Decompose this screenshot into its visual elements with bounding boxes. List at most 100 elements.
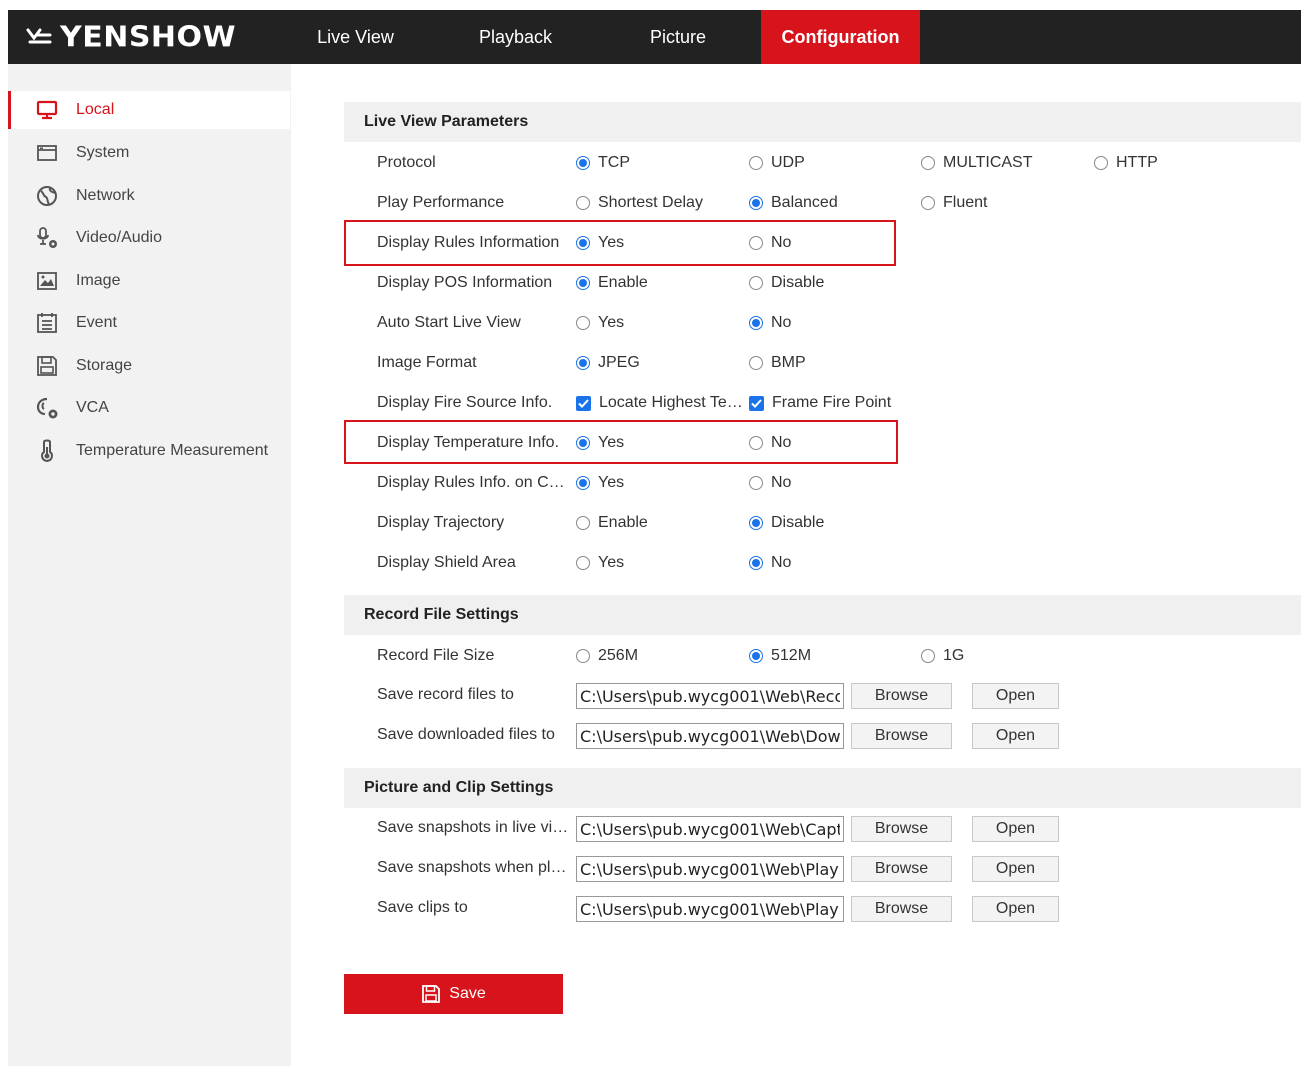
radio-button[interactable] xyxy=(576,196,590,210)
radio-button-selected[interactable] xyxy=(749,196,763,210)
radio-shield-area-no[interactable]: No xyxy=(749,554,791,572)
option-label: No xyxy=(771,314,792,331)
radio-button-selected[interactable] xyxy=(576,276,590,290)
sidebar-item-event[interactable]: Event xyxy=(8,304,290,342)
save-record-path-input[interactable] xyxy=(576,683,844,709)
sidebar-item-local[interactable]: Local xyxy=(8,91,290,129)
radio-button-selected[interactable] xyxy=(749,516,763,530)
nav-playback[interactable]: Playback xyxy=(453,10,578,64)
option-label: Frame Fire Point xyxy=(772,394,892,411)
radio-button[interactable] xyxy=(749,156,763,170)
sidebar-item-vca[interactable]: VCA xyxy=(8,389,290,427)
sidebar-item-video-audio[interactable]: Video/Audio xyxy=(8,219,290,257)
browse-button[interactable]: Browse xyxy=(851,896,952,922)
sidebar-item-temperature-measurement[interactable]: Temperature Measurement xyxy=(8,432,290,470)
radio-file-size-512m[interactable]: 512M xyxy=(749,647,811,665)
browse-button[interactable]: Browse xyxy=(851,816,952,842)
radio-button-selected[interactable] xyxy=(749,649,763,663)
label-save-record-files: Save record files to xyxy=(377,686,514,703)
radio-display-pos-disable[interactable]: Disable xyxy=(749,274,824,292)
radio-button-selected[interactable] xyxy=(576,476,590,490)
browse-button[interactable]: Browse xyxy=(851,683,952,709)
radio-auto-start-no[interactable]: No xyxy=(749,314,791,332)
radio-performance-shortest-delay[interactable]: Shortest Delay xyxy=(576,194,703,212)
nav-live-view[interactable]: Live View xyxy=(298,10,413,64)
open-button[interactable]: Open xyxy=(972,816,1059,842)
checkbox-frame-fire-point[interactable]: Frame Fire Point xyxy=(749,394,891,412)
sidebar-item-label: Storage xyxy=(76,357,133,374)
radio-button[interactable] xyxy=(576,556,590,570)
radio-trajectory-disable[interactable]: Disable xyxy=(749,514,824,532)
radio-button[interactable] xyxy=(749,356,763,370)
option-label: BMP xyxy=(771,354,806,371)
checkbox-checked[interactable] xyxy=(576,395,591,411)
radio-button[interactable] xyxy=(749,476,763,490)
option-label: 256M xyxy=(598,647,639,664)
sidebar-item-image[interactable]: Image xyxy=(8,262,290,300)
radio-button-selected[interactable] xyxy=(749,556,763,570)
browse-button[interactable]: Browse xyxy=(851,856,952,882)
checkbox-checked[interactable] xyxy=(749,395,764,411)
radio-display-temperature-no[interactable]: No xyxy=(749,434,791,452)
sidebar-item-storage[interactable]: Storage xyxy=(8,347,290,385)
option-label: HTTP xyxy=(1116,154,1158,171)
radio-button[interactable] xyxy=(749,436,763,450)
checkbox-locate-highest-temperature[interactable]: Locate Highest Te… xyxy=(576,394,743,412)
radio-button-selected[interactable] xyxy=(576,436,590,450)
sidebar-item-system[interactable]: System xyxy=(8,134,290,172)
radio-performance-fluent[interactable]: Fluent xyxy=(921,194,987,212)
label-display-trajectory: Display Trajectory xyxy=(377,514,505,531)
radio-display-pos-enable[interactable]: Enable xyxy=(576,274,648,292)
radio-button[interactable] xyxy=(749,236,763,250)
browse-button[interactable]: Browse xyxy=(851,723,952,749)
radio-auto-start-yes[interactable]: Yes xyxy=(576,314,624,332)
radio-button[interactable] xyxy=(921,156,935,170)
floppy-disk-icon xyxy=(34,353,60,379)
radio-button[interactable] xyxy=(1094,156,1108,170)
radio-protocol-http[interactable]: HTTP xyxy=(1094,154,1158,172)
sidebar-item-network[interactable]: Network xyxy=(8,177,290,215)
save-button[interactable]: Save xyxy=(344,974,563,1014)
open-button[interactable]: Open xyxy=(972,856,1059,882)
open-button[interactable]: Open xyxy=(972,723,1059,749)
nav-configuration[interactable]: Configuration xyxy=(761,10,920,64)
monitor-icon xyxy=(34,97,60,123)
section-live-view-parameters: Live View Parameters xyxy=(344,102,1301,142)
radio-display-rules-yes[interactable]: Yes xyxy=(576,234,624,252)
clips-path-input[interactable] xyxy=(576,896,844,922)
radio-button[interactable] xyxy=(576,516,590,530)
radio-display-rules-no[interactable]: No xyxy=(749,234,791,252)
radio-protocol-multicast[interactable]: MULTICAST xyxy=(921,154,1032,172)
radio-button[interactable] xyxy=(576,649,590,663)
radio-button[interactable] xyxy=(576,316,590,330)
radio-button-selected[interactable] xyxy=(576,236,590,250)
radio-button-selected[interactable] xyxy=(576,356,590,370)
radio-file-size-256m[interactable]: 256M xyxy=(576,647,638,665)
radio-protocol-udp[interactable]: UDP xyxy=(749,154,805,172)
radio-image-format-bmp[interactable]: BMP xyxy=(749,354,806,372)
snapshot-live-path-input[interactable] xyxy=(576,816,844,842)
label-record-file-size: Record File Size xyxy=(377,647,495,664)
open-button[interactable]: Open xyxy=(972,896,1059,922)
radio-file-size-1g[interactable]: 1G xyxy=(921,647,964,665)
radio-button-selected[interactable] xyxy=(576,156,590,170)
radio-button[interactable] xyxy=(921,649,935,663)
nav-picture[interactable]: Picture xyxy=(618,10,738,64)
snapshot-playback-path-input[interactable] xyxy=(576,856,844,882)
radio-shield-area-yes[interactable]: Yes xyxy=(576,554,624,572)
radio-button-selected[interactable] xyxy=(749,316,763,330)
radio-trajectory-enable[interactable]: Enable xyxy=(576,514,648,532)
radio-button[interactable] xyxy=(749,276,763,290)
radio-button[interactable] xyxy=(921,196,935,210)
radio-protocol-tcp[interactable]: TCP xyxy=(576,154,630,172)
save-downloaded-path-input[interactable] xyxy=(576,723,844,749)
radio-display-temperature-yes[interactable]: Yes xyxy=(576,434,624,452)
open-button[interactable]: Open xyxy=(972,683,1059,709)
microphone-settings-icon xyxy=(34,225,60,251)
radio-rules-on-capture-yes[interactable]: Yes xyxy=(576,474,624,492)
radio-image-format-jpeg[interactable]: JPEG xyxy=(576,354,640,372)
radio-performance-balanced[interactable]: Balanced xyxy=(749,194,838,212)
label-display-temperature-info: Display Temperature Info. xyxy=(377,434,560,451)
radio-rules-on-capture-no[interactable]: No xyxy=(749,474,791,492)
label-save-clips: Save clips to xyxy=(377,899,468,916)
